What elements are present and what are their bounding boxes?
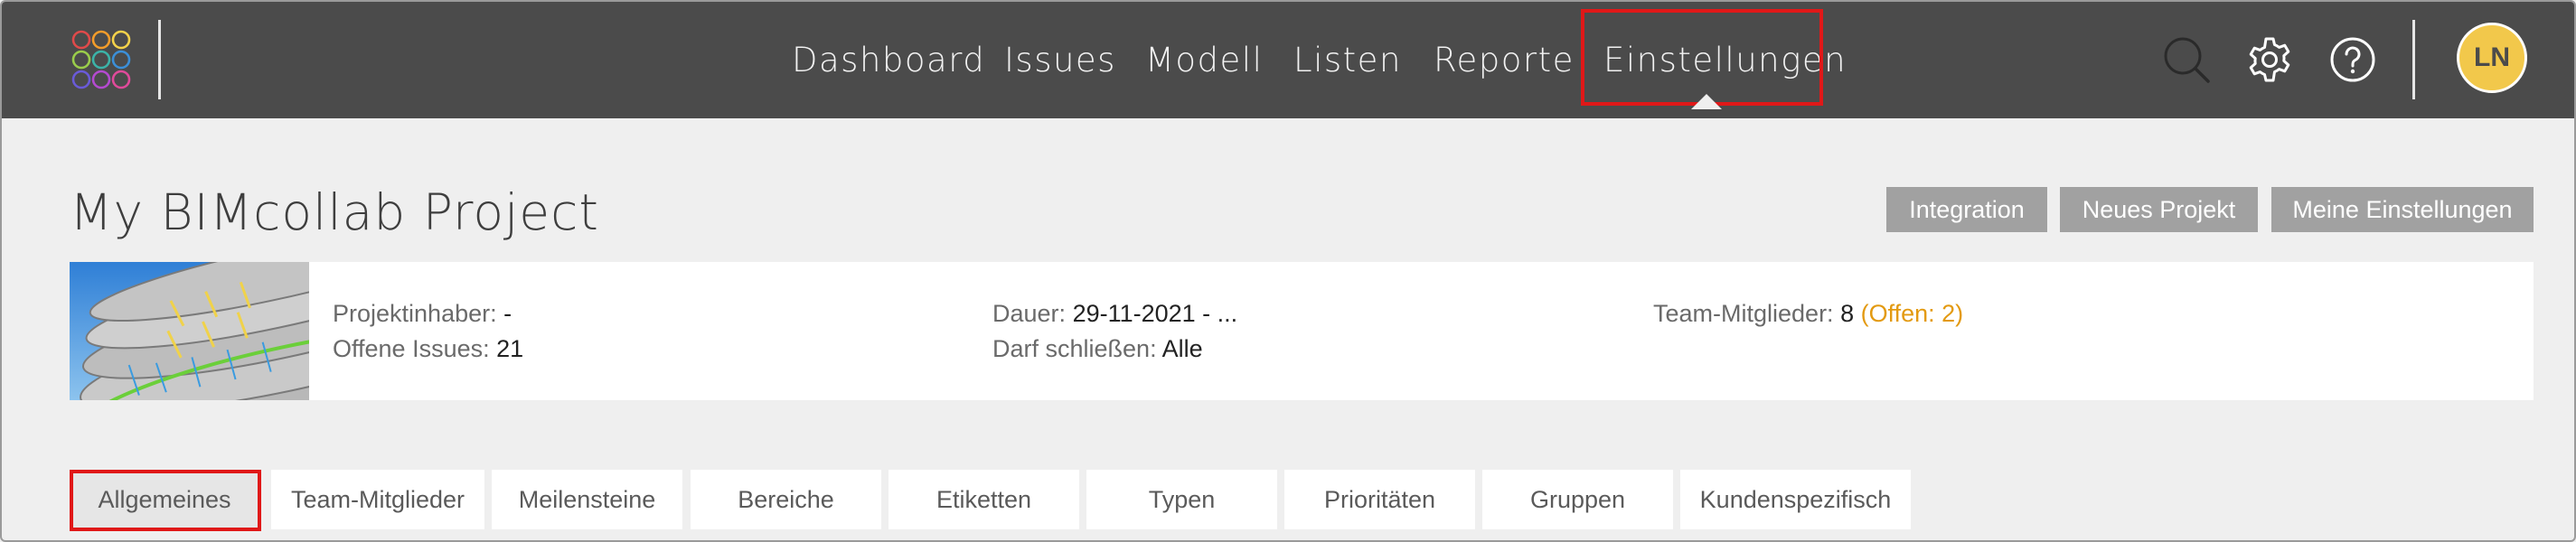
tab-kundenspezifisch[interactable]: Kundenspezifisch xyxy=(1680,470,1911,529)
tab-bereiche[interactable]: Bereiche xyxy=(691,470,881,529)
may-close-field: Darf schließen: Alle xyxy=(992,335,1203,363)
tab-gruppen[interactable]: Gruppen xyxy=(1482,470,1673,529)
bimcollab-logo[interactable] xyxy=(69,27,134,92)
new-project-button[interactable]: Neues Projekt xyxy=(2060,187,2258,232)
top-navigation-bar: Dashboard Issues Modell Listen Reporte E… xyxy=(2,2,2574,118)
owner-value: - xyxy=(503,300,512,327)
duration-label: Dauer: xyxy=(992,300,1067,327)
nav-modell[interactable]: Modell xyxy=(1145,38,1263,83)
logo-divider xyxy=(158,20,161,99)
open-issues-label: Offene Issues: xyxy=(333,335,490,362)
my-settings-button[interactable]: Meine Einstellungen xyxy=(2271,187,2534,232)
tab-allgemeines-highlight xyxy=(70,470,261,531)
project-thumbnail xyxy=(70,262,309,400)
owner-field: Projektinhaber: - xyxy=(333,300,512,328)
tab-etiketten[interactable]: Etiketten xyxy=(888,470,1079,529)
help-icon[interactable] xyxy=(2327,34,2378,85)
project-info-card: Projektinhaber: - Offene Issues: 21 Daue… xyxy=(70,262,2534,400)
gear-icon[interactable] xyxy=(2244,34,2295,85)
search-icon[interactable] xyxy=(2161,34,2212,85)
user-avatar[interactable]: LN xyxy=(2457,23,2527,93)
nav-einstellungen-highlight xyxy=(1581,9,1823,106)
tab-prioritaeten[interactable]: Prioritäten xyxy=(1284,470,1475,529)
tab-meilensteine[interactable]: Meilensteine xyxy=(492,470,682,529)
may-close-label: Darf schließen: xyxy=(992,335,1157,362)
owner-label: Projektinhaber: xyxy=(333,300,497,327)
duration-field: Dauer: 29-11-2021 - ... xyxy=(992,300,1237,328)
app-window: Dashboard Issues Modell Listen Reporte E… xyxy=(0,0,2576,542)
active-nav-caret xyxy=(1691,94,1722,109)
open-issues-field: Offene Issues: 21 xyxy=(333,335,523,363)
nav-dashboard[interactable]: Dashboard xyxy=(792,38,985,83)
tab-typen[interactable]: Typen xyxy=(1086,470,1277,529)
page-title: My BIMcollab Project xyxy=(70,183,599,241)
nav-issues[interactable]: Issues xyxy=(1004,38,1116,83)
duration-value: 29-11-2021 - ... xyxy=(1072,300,1238,327)
may-close-value: Alle xyxy=(1161,335,1203,362)
team-members-field: Team-Mitglieder: 8 (Offen: 2) xyxy=(1653,300,1963,328)
open-issues-value: 21 xyxy=(496,335,524,362)
team-open-count[interactable]: (Offen: 2) xyxy=(1861,300,1964,327)
tab-team-mitglieder[interactable]: Team-Mitglieder xyxy=(271,470,484,529)
nav-listen[interactable]: Listen xyxy=(1293,38,1402,83)
team-members-value: 8 xyxy=(1840,300,1855,327)
nav-reporte[interactable]: Reporte xyxy=(1434,38,1575,83)
team-members-label: Team-Mitglieder: xyxy=(1653,300,1834,327)
avatar-divider xyxy=(2412,20,2415,99)
integration-button[interactable]: Integration xyxy=(1886,187,2047,232)
